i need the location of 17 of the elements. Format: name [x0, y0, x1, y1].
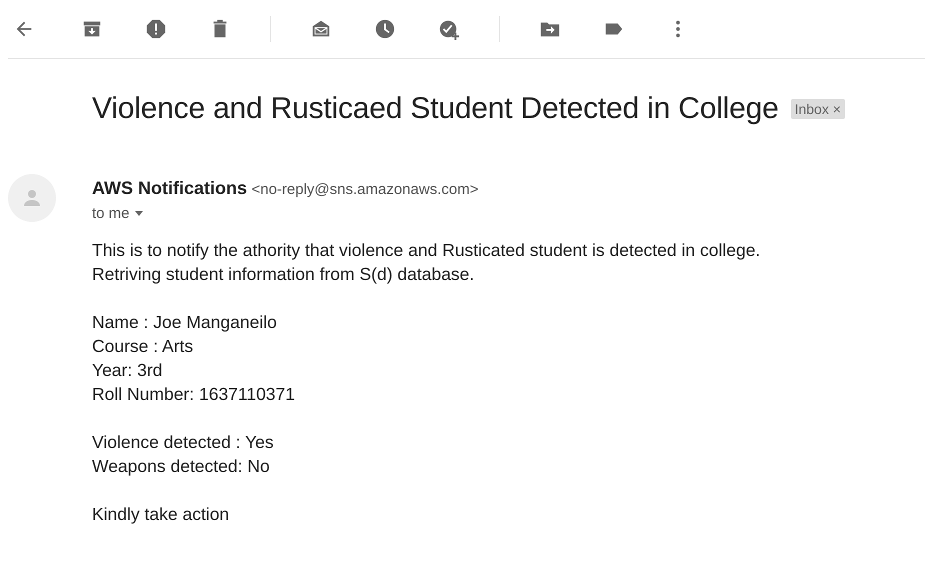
body-text-line: Roll Number: 1637110371 [92, 383, 296, 406]
body-text-line: Weapons detected: No [92, 455, 270, 478]
remove-label-button[interactable]: × [832, 101, 841, 117]
sender-address: <no-reply@sns.amazonaws.com> [251, 181, 478, 198]
label-chip: Inbox × [790, 99, 845, 119]
email-subject: Violence and Rusticaed Student Detected in College [92, 92, 779, 126]
caret-icon [134, 211, 143, 216]
body-text-line: Violence detected : Yes [92, 431, 274, 454]
body-text-line: Year: 3rd [92, 359, 162, 382]
recipient-dropdown[interactable]: to me [92, 205, 143, 222]
avatar-icon [8, 174, 56, 222]
sender-name: AWS Notifications [92, 178, 248, 198]
body-text-line: Retriving student information from S(d) database. [92, 263, 474, 286]
body-text-line: This is to notify the athority that violence and Rusticated student is detected in college. [92, 239, 760, 262]
body-text-line: Name : Joe Manganeilo [92, 311, 277, 334]
body-text-line: Kindly take action [92, 503, 230, 526]
body-text-line: Course : Arts [92, 335, 194, 358]
